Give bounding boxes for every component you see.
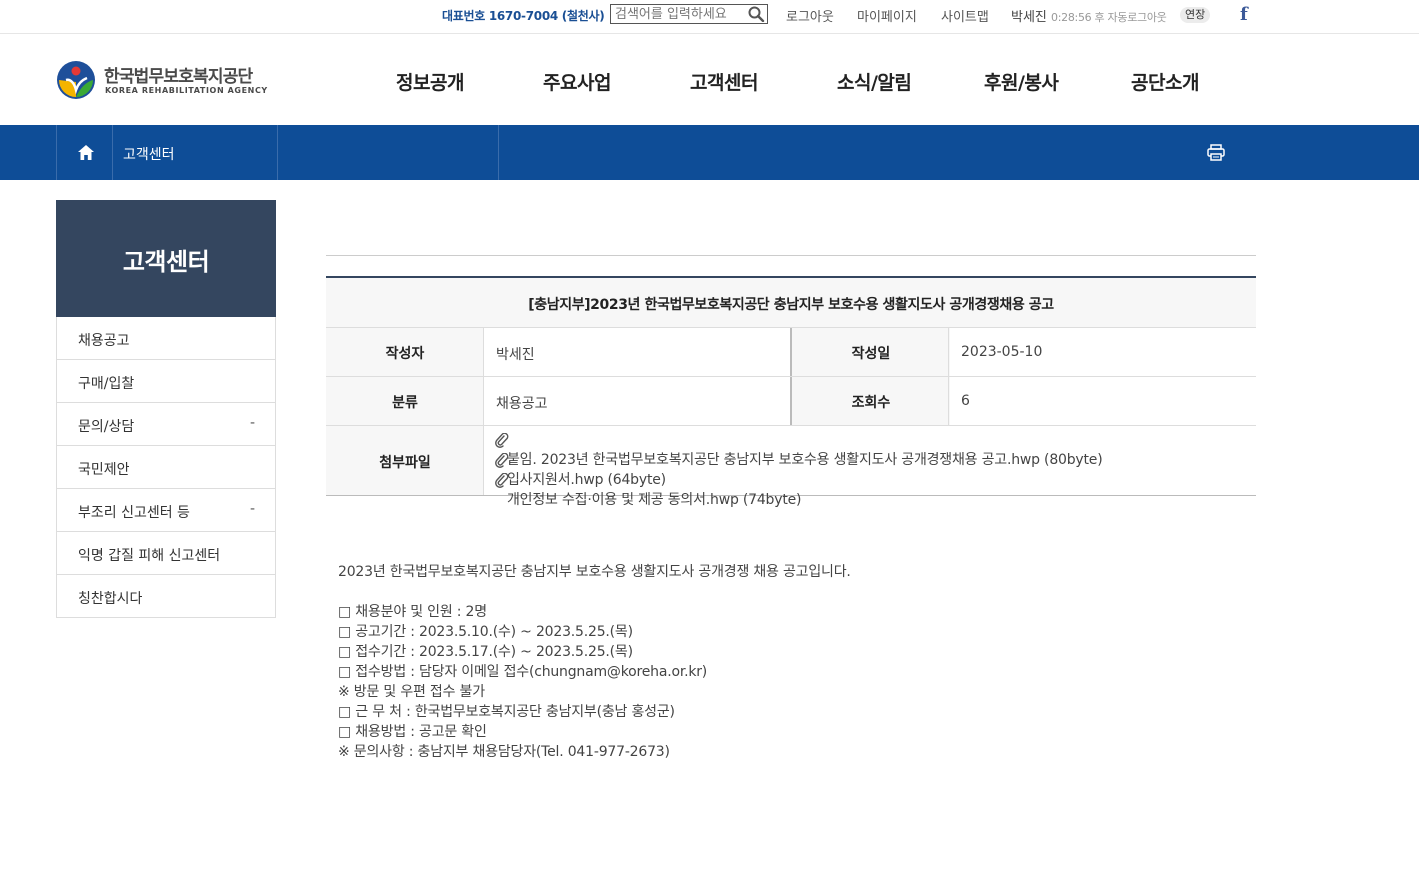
search-box — [610, 4, 768, 24]
logo-emblem-icon — [57, 61, 95, 99]
author-cell: 박세진 — [484, 328, 790, 376]
search-input[interactable] — [615, 6, 745, 22]
top-utility-bar: 대표번호 1670-7004 (철천사) 로그아웃 마이페이지 사이트맵 박세진… — [0, 0, 1419, 34]
side-menu-item-label: 채용공고 — [78, 333, 130, 349]
article-line: □ 채용방법 : 공고문 확인 — [338, 724, 487, 740]
article-view-table: [충남지부]2023년 한국법무보호복지공단 충남지부 보호수용 생활지도사 공… — [326, 276, 1256, 508]
article-body: 2023년 한국법무보호복지공단 충남지부 보호수용 생활지도사 공개경쟁 채용… — [338, 562, 1238, 762]
sitemap-link[interactable]: 사이트맵 — [941, 6, 989, 25]
gnb-info-disclosure[interactable]: 정보공개 — [396, 68, 464, 95]
logout-link[interactable]: 로그아웃 — [786, 6, 834, 25]
user-session-info: 박세진 0:28:56 후 자동로그아웃 — [1011, 6, 1167, 25]
side-menu-item-proposal[interactable]: 국민제안 — [57, 446, 275, 489]
date-value: 2023-05-10 — [961, 344, 1043, 360]
category-label: 분류 — [392, 395, 418, 411]
representative-phone: 대표번호 1670-7004 (철천사) — [442, 9, 605, 23]
attachment-link[interactable]: 개인정보 수집·이용 및 제공 동의서.hwp (74byte) — [495, 473, 801, 508]
side-menu-item-label: 칭찬합시다 — [78, 591, 143, 607]
views-cell: 6 — [949, 377, 1256, 425]
views-value: 6 — [961, 393, 970, 409]
attachment-link[interactable]: 입사지원서.hwp (64byte) — [495, 453, 666, 488]
paperclip-icon — [495, 473, 509, 488]
article-line: ※ 문의사항 : 충남지부 채용담당자(Tel. 041-977-2673) — [338, 744, 670, 760]
side-menu-item-purchase-bid[interactable]: 구매/입찰 — [57, 360, 275, 403]
article-title: [충남지부]2023년 한국법무보호복지공단 충남지부 보호수용 생활지도사 공… — [326, 278, 1256, 328]
article-attachments-row: 첨부파일 붙임. 2023년 한국법무보호복지공단 충남지부 보호수용 생활지도… — [326, 426, 1256, 508]
side-menu-item-label: 구매/입찰 — [78, 376, 135, 392]
article-meta-row-2: 분류 채용공고 조회수 6 — [326, 377, 1256, 426]
attachments-header: 첨부파일 — [326, 426, 484, 495]
search-icon[interactable] — [747, 6, 765, 22]
paperclip-icon — [495, 453, 509, 468]
print-icon[interactable] — [1207, 144, 1225, 161]
logo-name-korean: 한국법무보호복지공단 — [104, 67, 253, 87]
location-current-label: 고객센터 — [123, 147, 175, 163]
mypage-link[interactable]: 마이페이지 — [857, 6, 917, 25]
side-menu-item-label: 문의/상담 — [78, 419, 135, 435]
gnb-customer-center[interactable]: 고객센터 — [690, 68, 758, 95]
date-cell: 2023-05-10 — [949, 328, 1256, 376]
logo-name-english: KOREA REHABILITATION AGENCY — [105, 86, 268, 95]
side-menu-item-label: 부조리 신고센터 등 — [78, 505, 190, 521]
category-cell: 채용공고 — [484, 377, 790, 425]
gnb-news[interactable]: 소식/알림 — [837, 68, 912, 95]
side-menu-item-anonymous-report[interactable]: 익명 갑질 피해 신고센터 — [57, 532, 275, 575]
site-logo[interactable]: 한국법무보호복지공단 KOREA REHABILITATION AGENCY — [56, 60, 276, 102]
side-menu-item-inquiry[interactable]: 문의/상담 - — [57, 403, 275, 446]
date-header: 작성일 — [792, 328, 950, 376]
category-value: 채용공고 — [496, 396, 548, 412]
home-button[interactable] — [56, 125, 113, 180]
article-line: ※ 방문 및 우편 접수 불가 — [338, 684, 485, 700]
side-menu-item-recruitment[interactable]: 채용공고 — [57, 317, 275, 360]
gnb-about[interactable]: 공단소개 — [1131, 68, 1199, 95]
gnb-main-projects[interactable]: 주요사업 — [543, 68, 611, 95]
side-menu-item-praise[interactable]: 칭찬합시다 — [57, 575, 275, 618]
category-header: 분류 — [326, 377, 484, 425]
collapse-icon[interactable]: - — [250, 415, 255, 431]
article-line: □ 접수기간 : 2023.5.17.(수) ~ 2023.5.25.(목) — [338, 644, 633, 660]
attachment-name: 입사지원서.hwp (64byte) — [507, 472, 666, 488]
article-line: □ 채용분야 및 인원 : 2명 — [338, 604, 487, 620]
article-divider — [326, 255, 1256, 256]
side-menu-item-label: 익명 갑질 피해 신고센터 — [78, 548, 221, 564]
attachments-label: 첨부파일 — [379, 455, 431, 471]
views-header: 조회수 — [792, 377, 950, 425]
facebook-icon[interactable]: f — [1240, 4, 1248, 25]
side-menu-item-corruption-report[interactable]: 부조리 신고센터 등 - — [57, 489, 275, 532]
collapse-icon[interactable]: - — [250, 501, 255, 517]
attachment-name: 개인정보 수집·이용 및 제공 동의서.hwp (74byte) — [507, 492, 802, 508]
views-label: 조회수 — [851, 395, 891, 411]
article-meta-row-1: 작성자 박세진 작성일 2023-05-10 — [326, 328, 1256, 377]
site-header: 한국법무보호복지공단 KOREA REHABILITATION AGENCY 정… — [0, 35, 1419, 125]
attachments-cell: 붙임. 2023년 한국법무보호복지공단 충남지부 보호수용 생활지도사 공개경… — [484, 426, 1256, 508]
logout-timer: 0:28:56 후 자동로그아웃 — [1051, 11, 1167, 24]
location-depth2[interactable] — [278, 125, 499, 180]
side-menu-title-text: 고객센터 — [122, 248, 210, 276]
author-header: 작성자 — [326, 328, 484, 376]
extend-session-button[interactable]: 연장 — [1180, 7, 1211, 23]
paperclip-icon — [495, 433, 509, 448]
side-menu: 채용공고 구매/입찰 문의/상담 - 국민제안 부조리 신고센터 등 - 익명 … — [56, 317, 276, 618]
side-menu-item-label: 국민제안 — [78, 462, 130, 478]
date-label: 작성일 — [851, 346, 891, 362]
side-menu-title: 고객센터 — [56, 200, 276, 317]
article-intro: 2023년 한국법무보호복지공단 충남지부 보호수용 생활지도사 공개경쟁 채용… — [338, 564, 851, 580]
article-line: □ 근 무 처 : 한국법무보호복지공단 충남지부(충남 홍성군) — [338, 704, 675, 720]
article-line: □ 접수방법 : 담당자 이메일 접수(chungnam@koreha.or.k… — [338, 664, 708, 680]
attachment-name: 붙임. 2023년 한국법무보호복지공단 충남지부 보호수용 생활지도사 공개경… — [507, 452, 1103, 468]
user-name: 박세진 — [1011, 10, 1047, 25]
home-icon — [78, 145, 94, 160]
gnb-support-volunteer[interactable]: 후원/봉사 — [984, 68, 1059, 95]
article-line: □ 공고기간 : 2023.5.10.(수) ~ 2023.5.25.(목) — [338, 624, 633, 640]
author-value: 박세진 — [496, 347, 535, 363]
author-label: 작성자 — [385, 346, 425, 362]
attachment-link[interactable]: 붙임. 2023년 한국법무보호복지공단 충남지부 보호수용 생활지도사 공개경… — [495, 433, 1103, 468]
location-bar: 고객센터 — [0, 125, 1419, 180]
